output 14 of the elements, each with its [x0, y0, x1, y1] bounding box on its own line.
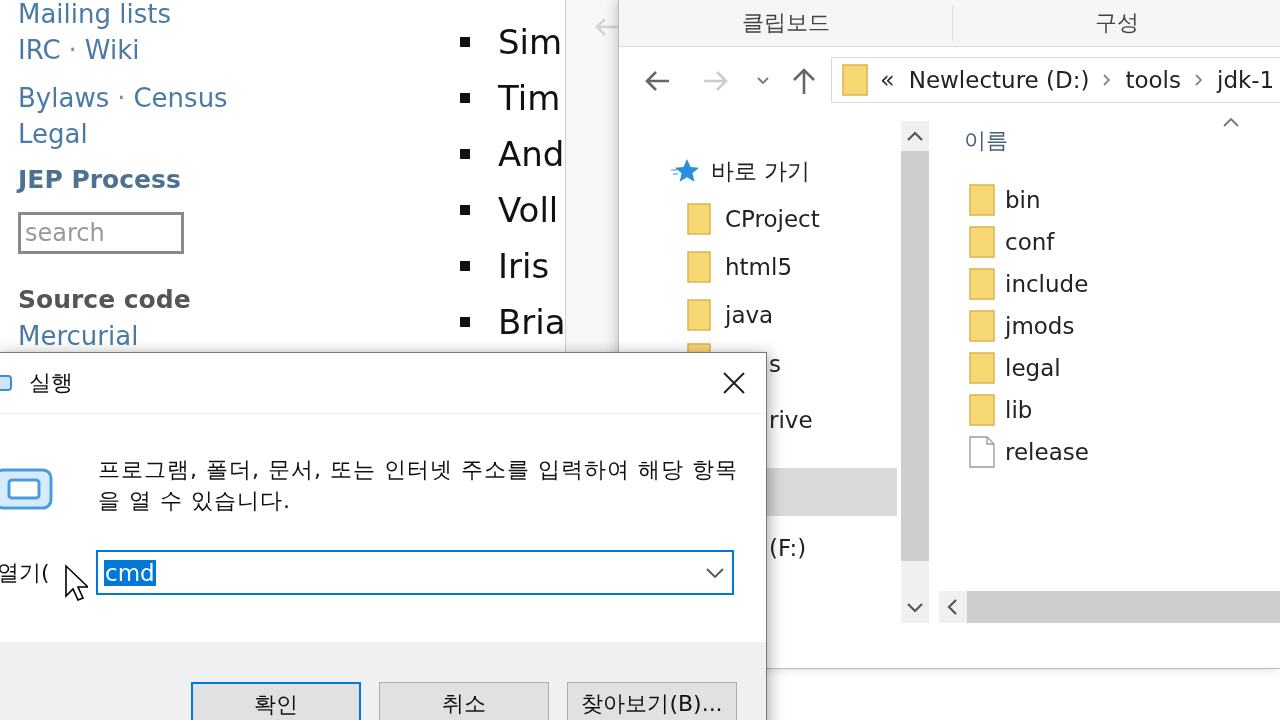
list-item: Tim [498, 78, 561, 118]
dialog-title: 실행 [29, 369, 73, 397]
link-separator: · [68, 35, 77, 65]
section-heading: JEP Process [18, 164, 182, 196]
list-item: Sim [498, 22, 563, 62]
ribbon-group-label: 구성 [1095, 9, 1139, 37]
ribbon-group-label: 클립보드 [741, 9, 830, 37]
list-item: Bria [498, 302, 565, 342]
dialog-description: 프로그램, 폴더, 문서, 또는 인터넷 주소를 입력하여 해당 항목을 열 수 있습니다. [98, 456, 738, 515]
list-item: Voll [498, 190, 559, 230]
list-item: Iris [498, 246, 550, 286]
section-heading: Source code [18, 284, 192, 316]
list-item: And [498, 134, 565, 174]
link-separator: · [117, 83, 126, 113]
